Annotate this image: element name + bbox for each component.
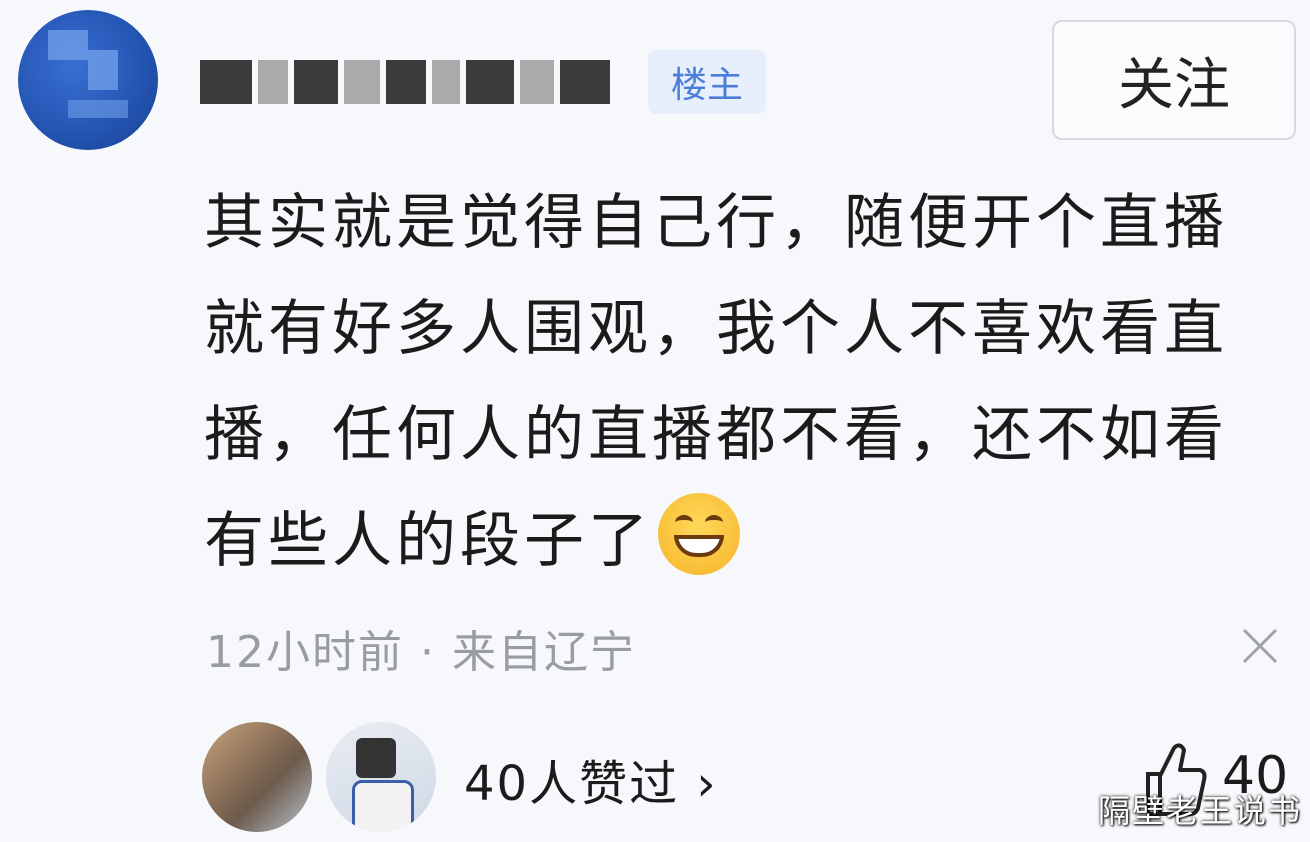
comment-meta: 12小时前 · 来自辽宁	[206, 627, 636, 678]
liker-avatar[interactable]	[202, 722, 312, 832]
poster-avatar[interactable]	[18, 10, 158, 150]
likes-summary-link[interactable]: 40人赞过 ›	[464, 744, 718, 814]
poster-username-blurred[interactable]	[200, 52, 640, 112]
owner-badge: 楼主	[648, 50, 766, 114]
watermark: 隔壁老王说书	[1098, 792, 1303, 830]
follow-button[interactable]: 关注	[1052, 20, 1296, 140]
grinning-face-icon	[658, 493, 740, 575]
close-icon[interactable]	[1240, 626, 1280, 666]
liker-avatar[interactable]	[326, 722, 436, 832]
comment-body: 其实就是觉得自己行，随便开个直播就有好多人围观，我个人不喜欢看直播，任何人的直播…	[204, 170, 1264, 594]
